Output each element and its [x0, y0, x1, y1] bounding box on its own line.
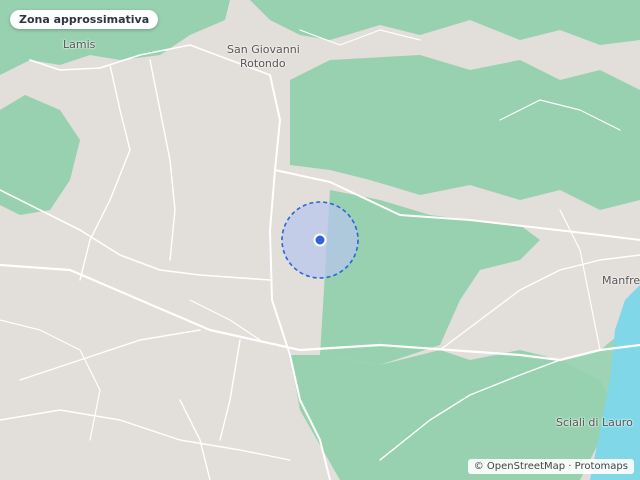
location-dot-icon[interactable]: [313, 233, 327, 247]
protomaps-attribution-link[interactable]: Protomaps: [575, 461, 628, 472]
map-canvas[interactable]: [0, 0, 640, 480]
place-label-rotondo: Rotondo: [240, 57, 286, 70]
attribution-separator: ·: [565, 461, 575, 472]
place-label-lamis: Lamis: [63, 38, 96, 51]
place-label-manfredonia: Manfre: [602, 274, 640, 287]
osm-attribution-link[interactable]: © OpenStreetMap: [474, 461, 565, 472]
place-label-sciali-di-lauro: Sciali di Lauro: [556, 416, 633, 429]
approximate-zone-badge: Zona approssimativa: [10, 10, 159, 29]
place-label-san-giovanni: San Giovanni: [227, 43, 300, 56]
map-attribution: © OpenStreetMap · Protomaps: [467, 459, 634, 474]
